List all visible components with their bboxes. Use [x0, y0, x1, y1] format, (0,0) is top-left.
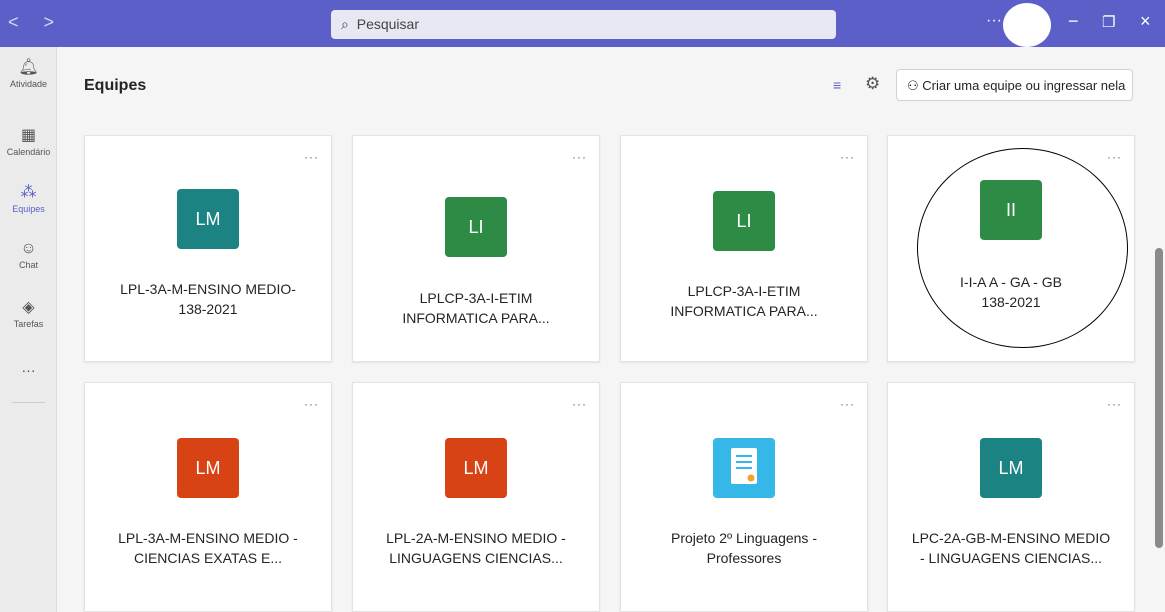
team-card[interactable]: ··· LM LPL-2A-M-ENSINO MEDIO - LINGUAGENS… — [352, 382, 600, 612]
card-more-icon[interactable]: ··· — [572, 397, 587, 411]
team-card[interactable]: ··· LM LPC-2A-GB-M-ENSINO MEDIO - LINGUAG… — [887, 382, 1135, 612]
close-icon[interactable]: × — [1140, 11, 1151, 32]
team-card[interactable]: ··· LI LPLCP-3A-I-ETIM INFORMATICA PARA..… — [352, 135, 600, 362]
highlight-circle — [917, 148, 1128, 348]
rail-item-calendario[interactable]: ▦ Calendário — [0, 125, 57, 157]
teams-icon: ⁂ — [20, 184, 37, 201]
card-more-icon[interactable]: ··· — [840, 397, 855, 411]
team-card[interactable]: ··· LI LPLCP-3A-I-ETIM INFORMATICA PARA..… — [620, 135, 868, 362]
rail-label: Tarefas — [13, 319, 44, 329]
team-name: LPC-2A-GB-M-ENSINO MEDIO - LINGUAGENS CIE… — [911, 530, 1111, 566]
avatar[interactable] — [1003, 3, 1051, 47]
card-more-icon[interactable]: ··· — [840, 150, 855, 164]
team-avatar-tile: LI — [445, 197, 507, 257]
minimize-icon[interactable]: − — [1068, 11, 1079, 32]
rail-label: Chat — [18, 260, 38, 270]
rail-item-equipes[interactable]: ⁂ Equipes — [0, 182, 57, 214]
maximize-icon[interactable]: ❐ — [1102, 13, 1115, 31]
chat-icon: ☺ — [20, 240, 37, 257]
back-forward-nav[interactable]: < > — [8, 12, 64, 33]
team-name: Projeto 2º Linguagens - Professores — [671, 530, 817, 566]
page-title: Equipes — [84, 77, 147, 94]
rail-label: Calendário — [6, 147, 51, 157]
team-name: LPL-3A-M-ENSINO MEDIO - CIENCIAS EXATAS E… — [118, 530, 298, 566]
search-input[interactable]: ⌕ Pesquisar — [331, 10, 836, 39]
title-bar: < > ⌕ Pesquisar ··· − ❐ × — [0, 0, 1165, 47]
team-avatar-tile: LM — [445, 438, 507, 498]
people-add-icon: ⚇ — [907, 78, 919, 93]
create-team-label: Criar uma equipe ou ingressar nela — [922, 78, 1126, 93]
rail-item-chat[interactable]: ☺ Chat — [0, 240, 57, 270]
magnifier-icon: ⌕ — [341, 16, 349, 32]
rail-item-atividade[interactable]: 🔔︎ Atividade — [0, 57, 57, 89]
calendar-icon: ▦ — [20, 127, 37, 144]
team-name: LPLCP-3A-I-ETIM INFORMATICA PARA... — [402, 290, 550, 326]
card-more-icon[interactable]: ··· — [304, 397, 319, 411]
team-avatar-tile: LM — [980, 438, 1042, 498]
rail-label: Equipes — [12, 204, 45, 214]
card-more-icon[interactable]: ··· — [1107, 397, 1122, 411]
document-icon — [713, 438, 775, 498]
filter-icon[interactable]: ≡ — [833, 77, 841, 93]
team-card[interactable]: ··· Projeto 2º Linguagens - Professores — [620, 382, 868, 612]
more-options-icon[interactable]: ··· — [986, 12, 1002, 30]
card-more-icon[interactable]: ··· — [304, 150, 319, 164]
card-more-icon[interactable]: ··· — [1107, 150, 1122, 164]
assignments-icon: ◈ — [22, 299, 35, 316]
scrollbar[interactable] — [1155, 248, 1163, 548]
rail-more-icon[interactable]: ··· — [0, 362, 57, 378]
team-card[interactable]: ··· LM LPL-3A-M-ENSINO MEDIO- 138-2021 — [84, 135, 332, 362]
team-avatar-tile: LM — [177, 438, 239, 498]
team-card[interactable]: ··· LM LPL-3A-M-ENSINO MEDIO - CIENCIAS E… — [84, 382, 332, 612]
search-placeholder: Pesquisar — [356, 16, 419, 32]
app-rail: 🔔︎ Atividade ▦ Calendário ⁂ Equipes ☺ Ch… — [0, 47, 57, 612]
gear-icon[interactable]: ⚙ — [865, 74, 880, 94]
team-name: LPL-2A-M-ENSINO MEDIO - LINGUAGENS CIENCI… — [386, 530, 566, 566]
team-avatar-tile: LM — [177, 189, 239, 249]
team-name: LPLCP-3A-I-ETIM INFORMATICA PARA... — [670, 283, 818, 319]
team-avatar-tile: LI — [713, 191, 775, 251]
rail-divider — [12, 402, 45, 403]
create-team-button[interactable]: ⚇ Criar uma equipe ou ingressar nela — [896, 69, 1133, 101]
page-header: Equipes ≡ ⚙ ⚇ Criar uma equipe ou ingres… — [57, 47, 1165, 117]
team-name: LPL-3A-M-ENSINO MEDIO- 138-2021 — [120, 281, 296, 317]
bell-icon: 🔔︎ — [18, 59, 39, 76]
rail-label: Atividade — [9, 79, 48, 89]
card-more-icon[interactable]: ··· — [572, 150, 587, 164]
rail-item-tarefas[interactable]: ◈ Tarefas — [0, 297, 57, 329]
